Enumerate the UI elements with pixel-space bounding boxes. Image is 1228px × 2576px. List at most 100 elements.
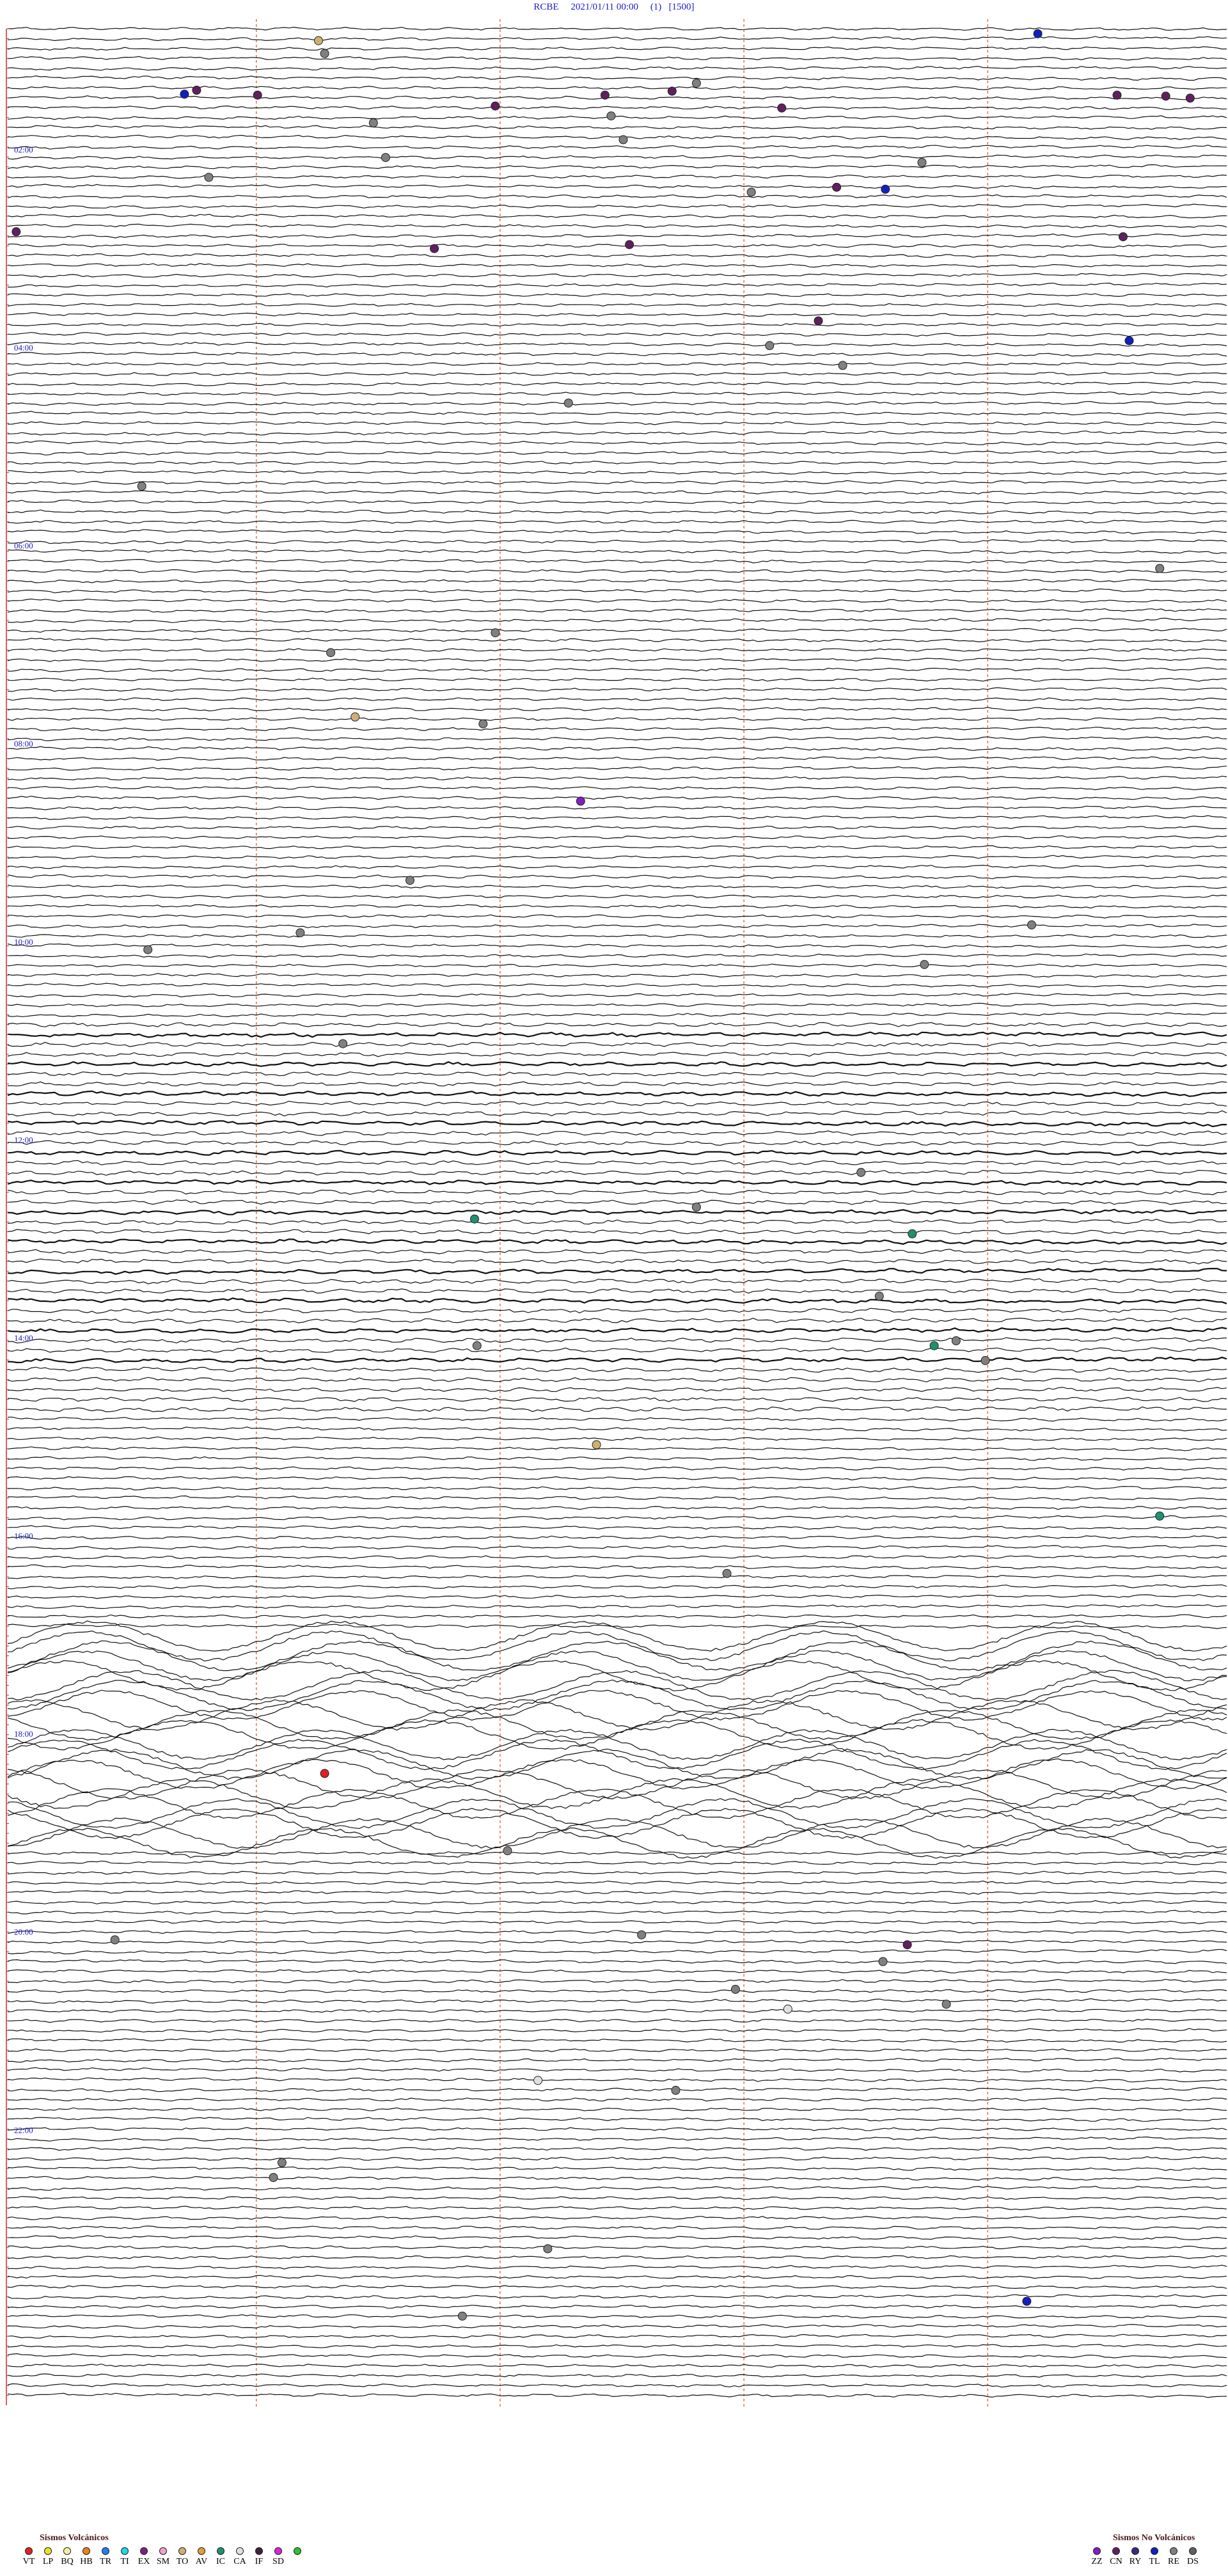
seismic-trace (7, 273, 1227, 278)
seismic-trace (7, 46, 1227, 51)
seismic-trace (7, 1870, 1227, 1875)
seismic-trace (7, 115, 1227, 120)
seismic-trace (7, 2314, 1227, 2319)
seismic-trace (7, 1456, 1227, 1461)
seismic-trace (7, 243, 1227, 248)
seismic-trace (7, 2323, 1227, 2329)
seismic-traces (7, 26, 1227, 2398)
seismic-trace (7, 2117, 1227, 2122)
seismic-trace (7, 1160, 1227, 1166)
legend-dot-icon (102, 2547, 109, 2555)
seismic-trace (7, 1169, 1227, 1176)
hour-label: 08:00 (14, 739, 33, 748)
seismic-trace (7, 2392, 1227, 2398)
seismic-trace (7, 1476, 1227, 1481)
seismic-trace (7, 1758, 1227, 1790)
legend-code: TO (176, 2557, 189, 2566)
seismic-trace (7, 1768, 1227, 1799)
seismic-trace (7, 214, 1227, 219)
seismic-trace (7, 1495, 1227, 1501)
seismic-trace (7, 963, 1227, 968)
seismic-trace (7, 2275, 1227, 2279)
legend-dot-icon (1151, 2547, 1158, 2555)
seismic-trace (7, 864, 1227, 869)
seismic-trace (7, 184, 1227, 189)
seismic-trace (7, 2353, 1227, 2359)
seismic-trace (7, 421, 1227, 425)
seismic-trace (7, 825, 1227, 830)
legend-item: VT (19, 2546, 38, 2574)
seismic-trace (7, 1308, 1227, 1314)
legend-dot-icon (217, 2547, 224, 2555)
seismic-trace (7, 1139, 1227, 1146)
seismic-trace (7, 1709, 1227, 1741)
event-marker (192, 86, 201, 95)
legend-item: TL (1145, 2546, 1164, 2574)
seismic-trace (7, 2206, 1227, 2211)
seismic-trace (7, 1297, 1227, 1304)
event-marker (625, 240, 634, 249)
seismic-trace (7, 579, 1227, 583)
seismic-trace (7, 134, 1227, 140)
seismic-trace (7, 993, 1227, 998)
seismic-trace (7, 2363, 1227, 2368)
legend-item: RE (1164, 2546, 1183, 2574)
seismic-trace (7, 1920, 1227, 1925)
seismic-trace (7, 372, 1227, 376)
legend-dot-icon (1093, 2547, 1101, 2555)
seismic-trace (7, 934, 1227, 938)
event-marker (472, 1341, 482, 1350)
seismic-trace (7, 440, 1227, 446)
seismic-trace (7, 1679, 1227, 1711)
hour-label: 18:00 (14, 1729, 33, 1739)
seismic-trace (7, 1446, 1227, 1451)
seismic-trace (7, 1979, 1227, 1984)
seismic-trace (7, 2107, 1227, 2112)
seismic-trace (7, 1426, 1227, 1432)
seismic-trace (7, 2294, 1227, 2300)
seismic-trace (7, 756, 1227, 761)
seismic-trace (7, 539, 1227, 544)
seismic-trace (7, 86, 1227, 90)
event-marker (269, 2173, 278, 2182)
event-marker (878, 1957, 888, 1966)
seismic-trace (7, 2028, 1227, 2033)
seismic-trace (7, 588, 1227, 594)
seismic-trace (7, 874, 1227, 880)
legend-item: CA (230, 2546, 249, 2574)
legend-code: BQ (61, 2557, 74, 2566)
seismic-trace (7, 569, 1227, 573)
seismic-trace (7, 1630, 1227, 1662)
seismic-trace (7, 549, 1227, 555)
hour-label: 12:00 (14, 1135, 33, 1144)
seismic-trace (7, 529, 1227, 535)
seismic-trace (7, 2264, 1227, 2270)
seismic-trace (7, 1699, 1227, 1731)
seismic-trace (7, 1739, 1227, 1771)
seismic-trace (7, 1880, 1227, 1885)
seismic-trace (7, 1485, 1227, 1490)
event-marker (430, 244, 439, 253)
event-marker (277, 2158, 287, 2167)
seismic-trace (7, 1554, 1227, 1560)
seismic-trace (7, 1670, 1227, 1702)
seismic-trace (7, 2255, 1227, 2259)
seismic-trace (7, 1130, 1227, 1136)
legend-item: ZZ (1087, 2546, 1106, 2574)
legend-code: CA (233, 2557, 246, 2566)
seismic-trace (7, 2195, 1227, 2201)
seismic-trace (7, 381, 1227, 386)
seismic-trace (7, 658, 1227, 662)
seismic-trace (7, 490, 1227, 495)
seismic-trace (7, 1052, 1227, 1057)
event-marker (920, 960, 929, 969)
legend-item: SM (154, 2546, 173, 2574)
seismic-trace (7, 1199, 1227, 1205)
event-marker (204, 173, 214, 182)
seismic-trace (7, 2216, 1227, 2220)
seismic-trace (7, 1022, 1227, 1027)
seismic-trace (7, 203, 1227, 209)
event-marker (350, 712, 360, 722)
seismic-trace (8, 282, 1227, 288)
seismic-trace (8, 953, 1227, 958)
